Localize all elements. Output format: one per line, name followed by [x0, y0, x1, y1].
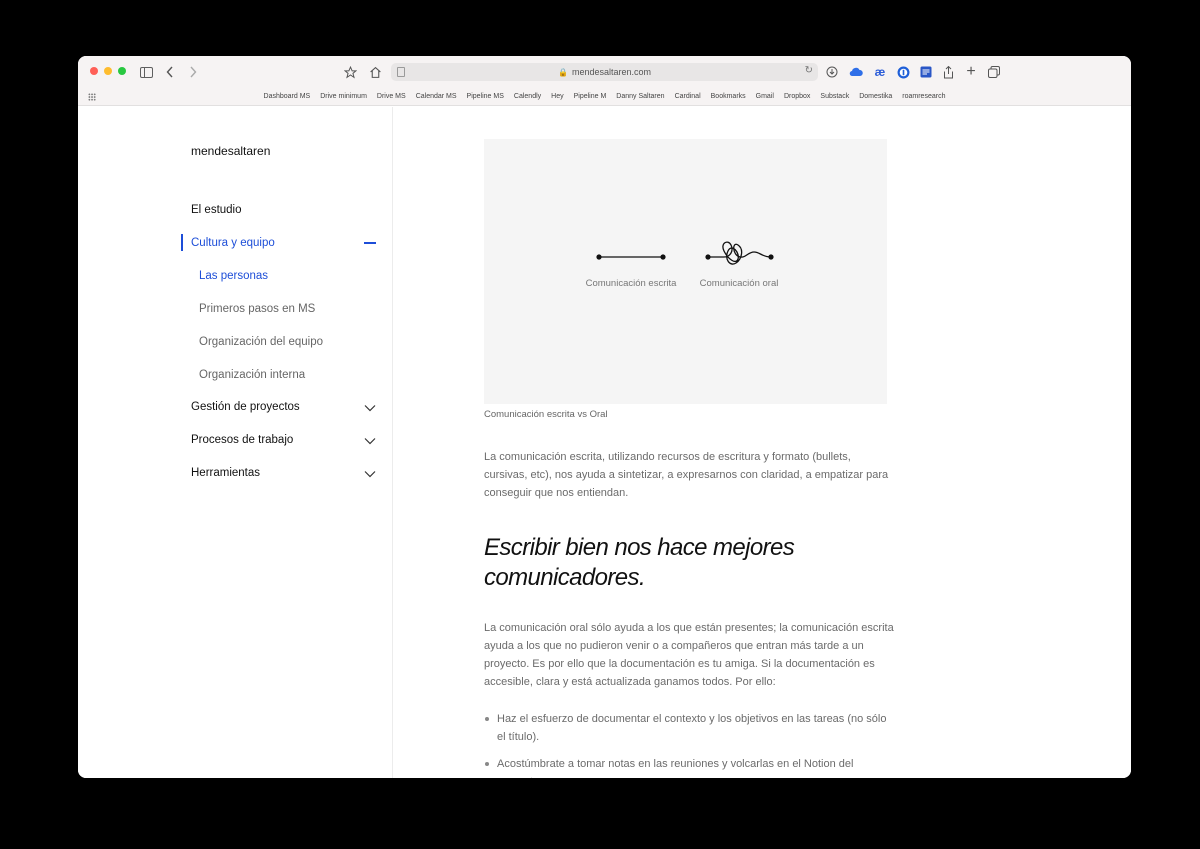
share-icon[interactable] [940, 64, 956, 80]
list-item-text: Haz el esfuerzo de documentar el context… [497, 713, 887, 743]
bookmark-item[interactable]: Calendar MS [416, 93, 457, 100]
password-manager-icon[interactable] [895, 64, 911, 80]
line-endpoint [768, 254, 774, 260]
chevron-down-icon[interactable] [364, 402, 376, 414]
download-icon[interactable] [824, 64, 840, 80]
bookmark-item[interactable]: Dropbox [784, 93, 810, 100]
forward-icon[interactable] [185, 64, 201, 80]
new-tab-icon[interactable]: + [963, 63, 979, 80]
nav-organizacion-interna[interactable]: Organización interna [199, 369, 305, 381]
address-bar[interactable]: 🔒 mendesaltaren.com ↻ [391, 63, 818, 81]
back-icon[interactable] [162, 64, 178, 80]
label-comunicacion-escrita: Comunicación escrita [585, 278, 677, 289]
nav-primeros-pasos[interactable]: Primeros pasos en MS [199, 303, 315, 315]
nav-el-estudio[interactable]: El estudio [191, 204, 242, 216]
list-item: Acostúmbrate a tomar notas en las reunio… [484, 755, 894, 778]
notes-extension-icon[interactable] [918, 64, 934, 80]
collapse-icon[interactable] [364, 242, 376, 244]
reload-icon[interactable]: ↻ [805, 65, 813, 76]
nav-herramientas[interactable]: Herramientas [191, 467, 260, 479]
line-endpoint [596, 254, 602, 260]
paragraph-intro: La comunicación escrita, utilizando recu… [484, 451, 889, 499]
minimize-button[interactable] [104, 67, 112, 75]
zoom-button[interactable] [118, 67, 126, 75]
window-controls [90, 67, 126, 75]
browser-toolbar: 🔒 mendesaltaren.com ↻ æ + [78, 56, 1131, 88]
label-comunicacion-oral: Comunicación oral [699, 278, 779, 289]
list-item-text: Acostúmbrate a tomar notas en las reunio… [497, 758, 854, 778]
bookmark-item[interactable]: Cardinal [675, 93, 701, 100]
list-item: Haz el esfuerzo de documentar el context… [484, 710, 894, 746]
bookmark-item[interactable]: Hey [551, 93, 563, 100]
site-sidebar: mendesaltaren El estudio Cultura y equip… [78, 107, 393, 778]
url-text: mendesaltaren.com [571, 67, 651, 77]
chevron-down-icon[interactable] [364, 435, 376, 447]
cloud-icon[interactable] [848, 64, 864, 80]
bookmark-item[interactable]: Dashboard MS [264, 93, 311, 100]
bookmark-item[interactable]: Pipeline M [574, 93, 607, 100]
communication-figure: Comunicación escrita Comunicación oral [484, 139, 887, 404]
line-endpoint [660, 254, 666, 260]
nav-cultura-y-equipo[interactable]: Cultura y equipo [191, 237, 275, 249]
bookmark-item[interactable]: Drive minimum [320, 93, 367, 100]
bookmark-item[interactable]: Calendly [514, 93, 541, 100]
line-endpoint [705, 254, 711, 260]
article-content: Comunicación escrita Comunicación oral C… [394, 107, 1131, 778]
star-icon[interactable] [342, 64, 358, 80]
close-button[interactable] [90, 67, 98, 75]
figure-illustration [596, 241, 774, 265]
sidebar-toggle-icon[interactable] [138, 64, 154, 80]
bookmark-item[interactable]: Substack [820, 93, 849, 100]
bookmark-item[interactable]: Danny Saltaren [616, 93, 664, 100]
lock-icon: 🔒 [557, 67, 568, 77]
bullet-dot [485, 717, 489, 721]
bullet-dot [485, 762, 489, 766]
nav-las-personas[interactable]: Las personas [199, 270, 268, 282]
tangled-line [708, 241, 772, 265]
nav-gestion-proyectos[interactable]: Gestión de proyectos [191, 401, 300, 413]
bookmarks-bar: Dashboard MS Drive minimum Drive MS Cale… [78, 88, 1131, 106]
page-icon [397, 67, 405, 77]
nav-organizacion-equipo[interactable]: Organización del equipo [199, 336, 323, 348]
bookmark-item[interactable]: Drive MS [377, 93, 406, 100]
section-heading: Escribir bien nos hace mejores comunicad… [484, 534, 795, 591]
bookmark-item[interactable]: Pipeline MS [467, 93, 504, 100]
bookmark-item[interactable]: Gmail [756, 93, 774, 100]
paragraph-body: La comunicación oral sólo ayuda a los qu… [484, 622, 894, 688]
grid-icon[interactable] [88, 93, 96, 101]
site-logo[interactable]: mendesaltaren [191, 144, 270, 158]
browser-window: 🔒 mendesaltaren.com ↻ æ + Dashboard MS D… [78, 56, 1131, 778]
active-indicator [181, 234, 183, 251]
nav-procesos-trabajo[interactable]: Procesos de trabajo [191, 434, 293, 446]
bookmark-item[interactable]: Bookmarks [711, 93, 746, 100]
figure-caption: Comunicación escrita vs Oral [484, 409, 608, 420]
chevron-down-icon[interactable] [364, 468, 376, 480]
home-icon[interactable] [367, 64, 383, 80]
bookmark-item[interactable]: roamresearch [902, 93, 945, 100]
tab-overview-icon[interactable] [986, 64, 1002, 80]
bookmark-item[interactable]: Domestika [859, 93, 892, 100]
extension-ae-icon[interactable]: æ [872, 64, 888, 80]
